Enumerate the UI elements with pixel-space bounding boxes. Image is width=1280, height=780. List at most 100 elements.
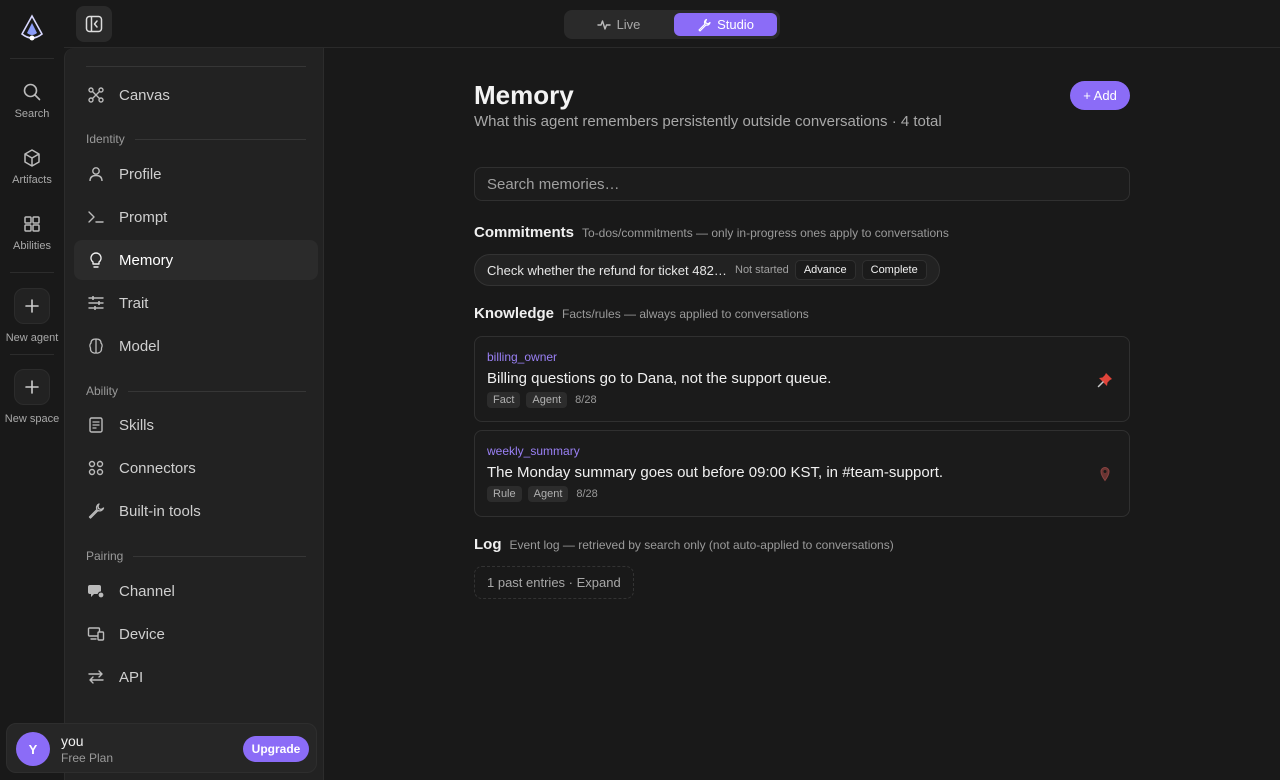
studio-mode-button[interactable]: Studio (674, 13, 777, 36)
sidebar-item-profile[interactable]: Profile (74, 154, 318, 194)
commitment-item[interactable]: Check whether the refund for ticket 4821… (474, 254, 940, 286)
rail-abilities-label: Abilities (13, 240, 51, 252)
memory-key: billing_owner (487, 350, 558, 364)
section-description: To-dos/commitments — only in-progress on… (582, 226, 949, 240)
sidebar-item-label: Connectors (119, 459, 196, 477)
sidebar-item-label: Channel (119, 582, 175, 600)
wrench-icon (697, 18, 711, 32)
chat-icon (87, 582, 105, 600)
rail-abilities[interactable]: Abilities (0, 214, 64, 252)
commitments-header: Commitments To-dos/commitments — only in… (474, 224, 949, 241)
pin-outline-icon[interactable] (1097, 466, 1113, 482)
studio-sidebar: Canvas Identity Profile Prompt Memory Tr… (64, 48, 324, 780)
source-tag: Agent (527, 486, 569, 502)
memory-date: 8/28 (576, 488, 598, 500)
plus-icon (14, 369, 50, 405)
page-title: Memory (474, 80, 574, 110)
rail-divider (10, 354, 54, 355)
memory-meta: Fact Agent 8/28 (487, 392, 597, 408)
cube-icon (22, 148, 42, 168)
app-logo-icon[interactable] (18, 14, 46, 44)
skills-icon (87, 416, 105, 434)
search-input[interactable] (474, 167, 1130, 201)
sidebar-item-prompt[interactable]: Prompt (74, 197, 318, 237)
sidebar-item-device[interactable]: Device (74, 614, 318, 654)
section-description: Facts/rules — always applied to conversa… (562, 307, 809, 321)
plus-icon (14, 288, 50, 324)
log-header: Log Event log — retrieved by search only… (474, 536, 894, 553)
rail-artifacts-label: Artifacts (12, 174, 52, 186)
section-label: Ability (86, 384, 119, 398)
user-card[interactable]: Y you Free Plan Upgrade (6, 723, 317, 773)
activity-icon (596, 18, 611, 32)
user-icon (87, 165, 105, 183)
studio-mode-label: Studio (717, 17, 754, 32)
sidebar-divider (86, 66, 306, 67)
sidebar-item-trait[interactable]: Trait (74, 283, 318, 323)
section-label: Identity (86, 132, 125, 146)
icon-rail: Search Artifacts Abilities New agent New… (0, 0, 64, 780)
complete-button[interactable]: Complete (861, 260, 927, 280)
rail-search[interactable]: Search (0, 82, 64, 120)
sidebar-item-skills[interactable]: Skills (74, 405, 318, 445)
sidebar-item-canvas[interactable]: Canvas (74, 75, 318, 115)
sidebar-item-label: Built-in tools (119, 502, 201, 520)
sidebar-item-label: Trait (119, 294, 149, 312)
grid-icon (22, 214, 42, 234)
memory-meta: Rule Agent 8/28 (487, 486, 598, 502)
user-plan: Free Plan (61, 751, 114, 765)
memory-text: Billing questions go to Dana, not the su… (487, 370, 832, 387)
nodes-icon (87, 86, 105, 104)
lightbulb-icon (87, 251, 105, 269)
sidebar-item-connectors[interactable]: Connectors (74, 448, 318, 488)
sidebar-item-label: Skills (119, 416, 155, 434)
terminal-icon (87, 208, 105, 226)
sidebar-item-label: Canvas (119, 86, 170, 104)
pin-icon[interactable] (1097, 372, 1113, 388)
connectors-icon (87, 459, 105, 477)
knowledge-header: Knowledge Facts/rules — always applied t… (474, 305, 809, 322)
log-expand-button[interactable]: 1 past entries · Expand (474, 566, 634, 599)
memory-key: weekly_summary (487, 444, 580, 458)
memory-card[interactable]: billing_owner Billing questions go to Da… (474, 336, 1130, 422)
sidebar-item-label: Profile (119, 165, 162, 183)
sidebar-item-api[interactable]: API (74, 657, 318, 697)
top-bar: Live Studio (64, 0, 1280, 48)
section-identity: Identity (86, 132, 306, 146)
live-mode-button[interactable]: Live (567, 13, 670, 36)
add-memory-button[interactable]: + Add (1070, 81, 1130, 110)
section-description: Event log — retrieved by search only (no… (509, 538, 894, 552)
section-ability: Ability (86, 384, 306, 398)
sidebar-collapse-icon (84, 14, 104, 34)
section-pairing: Pairing (86, 549, 306, 563)
section-title: Log (474, 536, 502, 553)
memory-text: The Monday summary goes out before 09:00… (487, 464, 944, 481)
rail-new-space[interactable]: New space (0, 369, 64, 425)
sidebar-item-label: Model (119, 337, 160, 355)
rail-new-agent-label: New agent (5, 332, 59, 344)
source-tag: Agent (526, 392, 568, 408)
memory-card[interactable]: weekly_summary The Monday summary goes o… (474, 430, 1130, 517)
sidebar-item-memory[interactable]: Memory (74, 240, 318, 280)
rail-new-space-label: New space (4, 413, 60, 425)
sidebar-item-label: Device (119, 625, 165, 643)
sidebar-item-model[interactable]: Model (74, 326, 318, 366)
sidebar-item-label: API (119, 668, 144, 686)
wrench-icon (87, 502, 105, 520)
section-label: Pairing (86, 549, 124, 563)
sidebar-toggle-button[interactable] (76, 6, 112, 42)
rail-divider (10, 272, 54, 273)
avatar: Y (16, 732, 50, 766)
upgrade-button[interactable]: Upgrade (243, 736, 309, 762)
rail-artifacts[interactable]: Artifacts (0, 148, 64, 186)
sliders-icon (87, 294, 105, 312)
rail-new-agent[interactable]: New agent (0, 288, 64, 344)
advance-button[interactable]: Advance (794, 260, 856, 280)
live-mode-label: Live (616, 17, 641, 32)
section-title: Knowledge (474, 305, 555, 322)
search-icon (22, 82, 42, 102)
sidebar-item-channel[interactable]: Channel (74, 571, 318, 611)
rail-divider (10, 58, 54, 59)
sidebar-item-builtin-tools[interactable]: Built-in tools (74, 491, 318, 531)
devices-icon (87, 625, 105, 643)
